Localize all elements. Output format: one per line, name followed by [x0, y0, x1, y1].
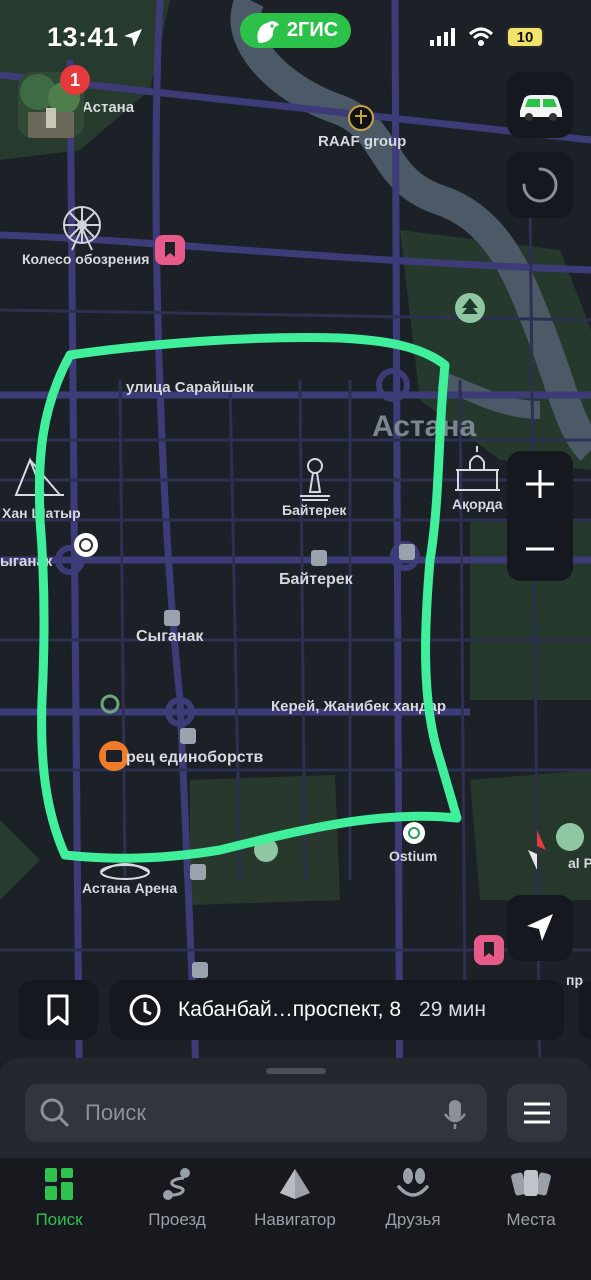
places-cards-icon [511, 1170, 551, 1196]
car-mode-button[interactable] [507, 72, 573, 138]
zoom-out-button[interactable] [507, 516, 573, 581]
search-icon [40, 1098, 70, 1128]
next-card-peek[interactable] [578, 980, 591, 1040]
map-label: Астана [372, 410, 476, 443]
tab-label: Друзья [385, 1210, 441, 1229]
map-label: рец единоборств [126, 749, 263, 766]
wifi-icon [468, 27, 494, 46]
status-time: 13:41 [47, 22, 119, 52]
navigator-icon [280, 1169, 310, 1199]
tab-friends[interactable]: Друзья [354, 1158, 472, 1238]
location-arrow-icon [124, 29, 142, 47]
minus-icon [526, 547, 554, 550]
hamburger-icon [524, 1102, 550, 1124]
status-bar: 13:41 2ГИС 10 [0, 0, 591, 72]
tab-label: Навигатор [254, 1210, 336, 1229]
bookmark-pin-icon [155, 235, 185, 265]
map-label: Керей, Жанибек хандар [271, 698, 446, 715]
tab-label: Проезд [148, 1210, 206, 1229]
sports-palace-icon [99, 741, 129, 771]
search-input[interactable] [83, 1099, 427, 1127]
car-icon [520, 95, 562, 121]
spiral-icon [74, 533, 98, 557]
raaf-icon [348, 105, 374, 131]
park-tree-icon [455, 293, 485, 323]
menu-button[interactable] [507, 1084, 567, 1142]
zoom-controls [507, 451, 573, 581]
status-indicators: 10 [430, 26, 544, 48]
map-label: Ақорда [452, 496, 503, 512]
battery-indicator: 10 [506, 26, 544, 48]
route-address: Кабанбай…проспект, 8 [178, 998, 402, 1021]
route-suggestion-card[interactable]: Кабанбай…проспект, 8 29 мин [110, 980, 564, 1040]
cellular-signal-icon [430, 28, 455, 46]
tab-places[interactable]: Места [472, 1158, 590, 1238]
dgis-logo-icon [257, 20, 279, 43]
microphone-icon[interactable] [443, 1098, 467, 1130]
layers-loading-button[interactable] [507, 152, 573, 218]
map-label: Байтерек [279, 571, 354, 588]
map-label: Ostium [389, 848, 437, 864]
tab-bar: Поиск Проезд Навигатор Друзья Места [0, 1158, 591, 1280]
tab-label: Поиск [35, 1210, 83, 1229]
ostium-icon [403, 822, 425, 844]
loading-spinner-icon [522, 167, 558, 203]
sheet-grabber[interactable] [266, 1068, 326, 1074]
tab-route[interactable]: Проезд [118, 1158, 236, 1238]
search-bar[interactable] [25, 1084, 487, 1142]
notification-badge: 1 [60, 65, 90, 95]
bookmark-pin-icon [474, 935, 504, 965]
plus-icon [526, 469, 554, 498]
map-label: al Pa [568, 855, 591, 871]
map-label: улица Сарайшык [126, 379, 254, 396]
route-eta: 29 мин [419, 998, 487, 1021]
map-label: Колесо обозрения [22, 251, 149, 267]
brand-name: 2ГИС [286, 19, 339, 41]
map-label: Астана [82, 99, 135, 116]
map-label: RAAF group [318, 133, 406, 150]
clock-icon [129, 994, 161, 1026]
map-label: Сыганак [136, 628, 204, 645]
bookmark-icon [47, 994, 69, 1026]
zoom-in-button[interactable] [507, 451, 573, 516]
friends-icon [397, 1168, 429, 1197]
route-icon [163, 1168, 190, 1200]
my-location-button[interactable] [507, 895, 573, 961]
brand-pill[interactable]: 2ГИС [240, 13, 351, 48]
tab-search[interactable]: Поиск [0, 1158, 118, 1238]
navigation-arrow-icon [527, 914, 553, 941]
bookmarks-button[interactable] [18, 980, 98, 1040]
map-label: Байтерек [282, 502, 347, 518]
tab-label: Места [506, 1210, 556, 1229]
tab-navigator[interactable]: Навигатор [236, 1158, 354, 1238]
map-label: Астана Арена [82, 880, 177, 896]
grid-icon [45, 1168, 73, 1200]
